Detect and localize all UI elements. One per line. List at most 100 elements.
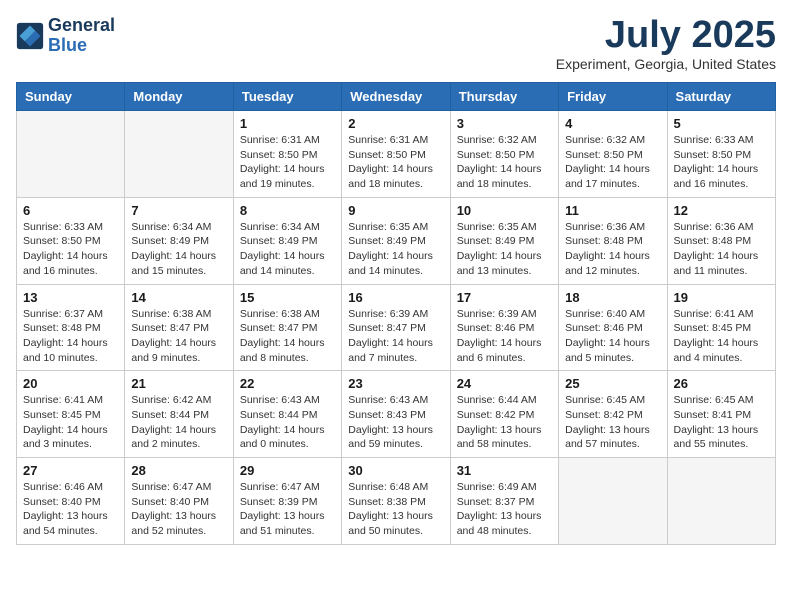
day-number: 20	[23, 376, 118, 391]
day-number: 16	[348, 290, 443, 305]
day-info: Sunrise: 6:43 AMSunset: 8:43 PMDaylight:…	[348, 393, 443, 452]
day-info: Sunrise: 6:31 AMSunset: 8:50 PMDaylight:…	[240, 133, 335, 192]
logo-icon	[16, 22, 44, 50]
calendar-cell: 4Sunrise: 6:32 AMSunset: 8:50 PMDaylight…	[559, 111, 667, 198]
calendar-cell: 29Sunrise: 6:47 AMSunset: 8:39 PMDayligh…	[233, 458, 341, 545]
calendar-cell: 27 Sunrise: 6:46 AMSunset: 8:40 PMDayligh…	[17, 458, 125, 545]
day-info: Sunrise: 6:44 AMSunset: 8:42 PMDaylight:…	[457, 393, 552, 452]
calendar-cell: 14 Sunrise: 6:38 AMSunset: 8:47 PMDayligh…	[125, 284, 233, 371]
day-number: 27	[23, 463, 118, 478]
calendar-week-3: 13 Sunrise: 6:37 AMSunset: 8:48 PMDayligh…	[17, 284, 776, 371]
calendar-cell: 23Sunrise: 6:43 AMSunset: 8:43 PMDayligh…	[342, 371, 450, 458]
day-number: 28	[131, 463, 226, 478]
header-sunday: Sunday	[17, 83, 125, 111]
day-info: Sunrise: 6:45 AMSunset: 8:42 PMDaylight:…	[565, 393, 660, 452]
calendar-cell	[667, 458, 775, 545]
day-number: 17	[457, 290, 552, 305]
page-header: General Blue July 2025 Experiment, Georg…	[16, 16, 776, 72]
title-block: July 2025 Experiment, Georgia, United St…	[556, 16, 776, 72]
day-info: Sunrise: 6:36 AMSunset: 8:48 PMDaylight:…	[565, 220, 660, 279]
day-info: Sunrise: 6:39 AMSunset: 8:46 PMDaylight:…	[457, 307, 552, 366]
header-saturday: Saturday	[667, 83, 775, 111]
day-info: Sunrise: 6:35 AMSunset: 8:49 PMDaylight:…	[457, 220, 552, 279]
calendar-cell: 28 Sunrise: 6:47 AMSunset: 8:40 PMDayligh…	[125, 458, 233, 545]
calendar-cell: 24 Sunrise: 6:44 AMSunset: 8:42 PMDayligh…	[450, 371, 558, 458]
day-number: 24	[457, 376, 552, 391]
header-wednesday: Wednesday	[342, 83, 450, 111]
day-info: Sunrise: 6:32 AMSunset: 8:50 PMDaylight:…	[457, 133, 552, 192]
day-info: Sunrise: 6:38 AMSunset: 8:47 PMDaylight:…	[240, 307, 335, 366]
calendar-week-2: 6 Sunrise: 6:33 AMSunset: 8:50 PMDaylight…	[17, 197, 776, 284]
day-info: Sunrise: 6:47 AMSunset: 8:39 PMDaylight:…	[240, 480, 335, 539]
day-info: Sunrise: 6:38 AMSunset: 8:47 PMDaylight:…	[131, 307, 226, 366]
calendar-cell: 31Sunrise: 6:49 AMSunset: 8:37 PMDayligh…	[450, 458, 558, 545]
header-monday: Monday	[125, 83, 233, 111]
calendar-cell: 26Sunrise: 6:45 AMSunset: 8:41 PMDayligh…	[667, 371, 775, 458]
day-number: 6	[23, 203, 118, 218]
calendar-cell: 13 Sunrise: 6:37 AMSunset: 8:48 PMDayligh…	[17, 284, 125, 371]
calendar-cell: 15 Sunrise: 6:38 AMSunset: 8:47 PMDayligh…	[233, 284, 341, 371]
day-number: 3	[457, 116, 552, 131]
day-number: 10	[457, 203, 552, 218]
calendar: Sunday Monday Tuesday Wednesday Thursday…	[16, 82, 776, 545]
day-number: 13	[23, 290, 118, 305]
header-thursday: Thursday	[450, 83, 558, 111]
calendar-cell: 9 Sunrise: 6:35 AMSunset: 8:49 PMDaylight…	[342, 197, 450, 284]
day-info: Sunrise: 6:48 AMSunset: 8:38 PMDaylight:…	[348, 480, 443, 539]
day-info: Sunrise: 6:40 AMSunset: 8:46 PMDaylight:…	[565, 307, 660, 366]
day-info: Sunrise: 6:33 AMSunset: 8:50 PMDaylight:…	[23, 220, 118, 279]
calendar-cell: 1 Sunrise: 6:31 AMSunset: 8:50 PMDaylight…	[233, 111, 341, 198]
day-number: 2	[348, 116, 443, 131]
day-info: Sunrise: 6:37 AMSunset: 8:48 PMDaylight:…	[23, 307, 118, 366]
day-info: Sunrise: 6:31 AMSunset: 8:50 PMDaylight:…	[348, 133, 443, 192]
day-number: 5	[674, 116, 769, 131]
calendar-cell: 20 Sunrise: 6:41 AMSunset: 8:45 PMDayligh…	[17, 371, 125, 458]
calendar-cell: 25 Sunrise: 6:45 AMSunset: 8:42 PMDayligh…	[559, 371, 667, 458]
day-number: 15	[240, 290, 335, 305]
header-tuesday: Tuesday	[233, 83, 341, 111]
calendar-cell: 21 Sunrise: 6:42 AMSunset: 8:44 PMDayligh…	[125, 371, 233, 458]
calendar-cell: 3 Sunrise: 6:32 AMSunset: 8:50 PMDaylight…	[450, 111, 558, 198]
calendar-cell: 18Sunrise: 6:40 AMSunset: 8:46 PMDayligh…	[559, 284, 667, 371]
calendar-cell: 30Sunrise: 6:48 AMSunset: 8:38 PMDayligh…	[342, 458, 450, 545]
day-number: 1	[240, 116, 335, 131]
day-number: 4	[565, 116, 660, 131]
day-number: 31	[457, 463, 552, 478]
calendar-cell: 19Sunrise: 6:41 AMSunset: 8:45 PMDayligh…	[667, 284, 775, 371]
calendar-week-5: 27 Sunrise: 6:46 AMSunset: 8:40 PMDayligh…	[17, 458, 776, 545]
day-info: Sunrise: 6:47 AMSunset: 8:40 PMDaylight:…	[131, 480, 226, 539]
calendar-cell	[125, 111, 233, 198]
month-title: July 2025	[556, 16, 776, 54]
calendar-cell: 8 Sunrise: 6:34 AMSunset: 8:49 PMDaylight…	[233, 197, 341, 284]
calendar-cell: 10 Sunrise: 6:35 AMSunset: 8:49 PMDayligh…	[450, 197, 558, 284]
calendar-cell: 7Sunrise: 6:34 AMSunset: 8:49 PMDaylight…	[125, 197, 233, 284]
day-info: Sunrise: 6:34 AMSunset: 8:49 PMDaylight:…	[240, 220, 335, 279]
calendar-week-4: 20 Sunrise: 6:41 AMSunset: 8:45 PMDayligh…	[17, 371, 776, 458]
header-friday: Friday	[559, 83, 667, 111]
day-info: Sunrise: 6:41 AMSunset: 8:45 PMDaylight:…	[23, 393, 118, 452]
calendar-cell: 5Sunrise: 6:33 AMSunset: 8:50 PMDaylight…	[667, 111, 775, 198]
day-info: Sunrise: 6:42 AMSunset: 8:44 PMDaylight:…	[131, 393, 226, 452]
calendar-header-row: Sunday Monday Tuesday Wednesday Thursday…	[17, 83, 776, 111]
calendar-cell: 22 Sunrise: 6:43 AMSunset: 8:44 PMDayligh…	[233, 371, 341, 458]
day-number: 26	[674, 376, 769, 391]
day-info: Sunrise: 6:36 AMSunset: 8:48 PMDaylight:…	[674, 220, 769, 279]
day-info: Sunrise: 6:39 AMSunset: 8:47 PMDaylight:…	[348, 307, 443, 366]
calendar-week-1: 1 Sunrise: 6:31 AMSunset: 8:50 PMDaylight…	[17, 111, 776, 198]
day-info: Sunrise: 6:35 AMSunset: 8:49 PMDaylight:…	[348, 220, 443, 279]
logo-text: General Blue	[48, 16, 115, 56]
logo: General Blue	[16, 16, 115, 56]
calendar-cell: 2 Sunrise: 6:31 AMSunset: 8:50 PMDaylight…	[342, 111, 450, 198]
day-info: Sunrise: 6:46 AMSunset: 8:40 PMDaylight:…	[23, 480, 118, 539]
day-info: Sunrise: 6:43 AMSunset: 8:44 PMDaylight:…	[240, 393, 335, 452]
day-number: 19	[674, 290, 769, 305]
day-number: 14	[131, 290, 226, 305]
day-number: 9	[348, 203, 443, 218]
day-number: 25	[565, 376, 660, 391]
calendar-cell: 6 Sunrise: 6:33 AMSunset: 8:50 PMDaylight…	[17, 197, 125, 284]
day-number: 22	[240, 376, 335, 391]
day-number: 21	[131, 376, 226, 391]
calendar-cell	[17, 111, 125, 198]
day-number: 8	[240, 203, 335, 218]
location: Experiment, Georgia, United States	[556, 56, 776, 72]
